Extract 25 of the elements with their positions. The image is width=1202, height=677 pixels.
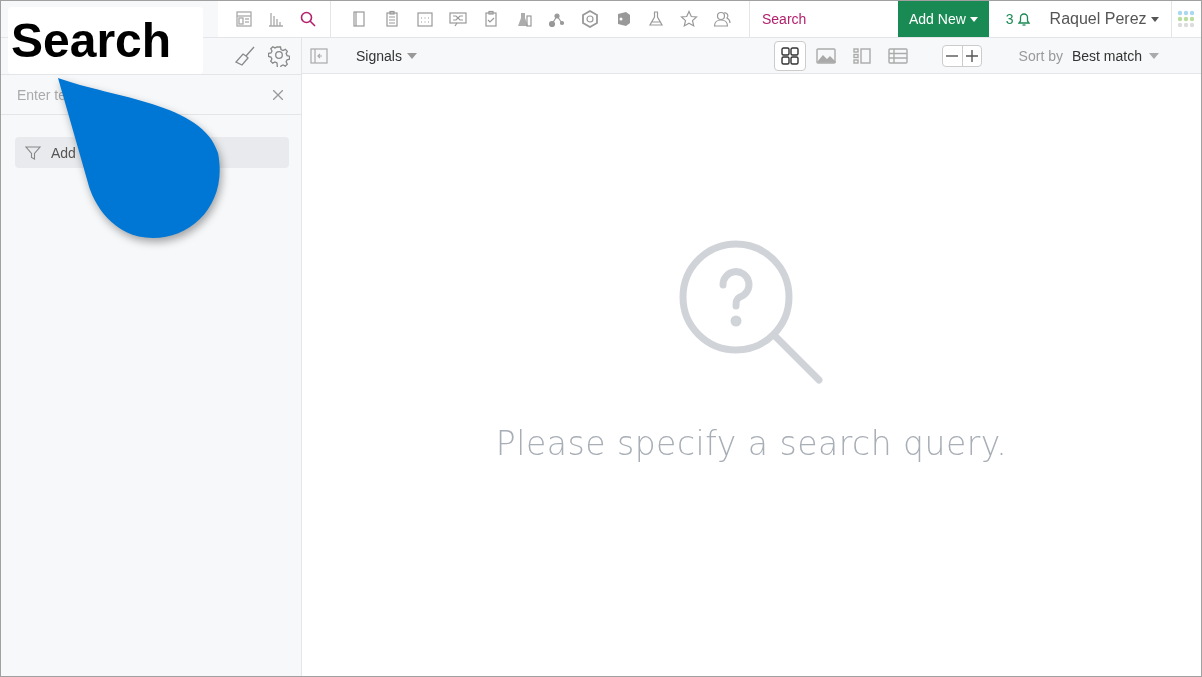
caret-icon[interactable] xyxy=(1150,16,1159,22)
list-icon[interactable] xyxy=(851,46,872,65)
bell-icon[interactable] xyxy=(1015,11,1032,27)
question-search-icon xyxy=(678,240,825,386)
grid-view-button[interactable] xyxy=(773,40,806,71)
user-menu[interactable]: Raquel Perez xyxy=(1041,1,1172,37)
search-icon[interactable] xyxy=(299,10,317,28)
bar-chart-icon[interactable] xyxy=(267,10,285,28)
notifications-button[interactable]: 3 xyxy=(988,1,1042,37)
add-new-button[interactable]: Add New xyxy=(898,1,989,37)
table-icon[interactable] xyxy=(887,46,908,65)
caret-icon[interactable] xyxy=(969,16,978,22)
dashboard-icon[interactable] xyxy=(235,10,253,28)
grid-icon[interactable] xyxy=(779,46,800,65)
image-icon[interactable] xyxy=(815,46,836,65)
search-field[interactable]: Search xyxy=(750,2,898,36)
broom-icon[interactable] xyxy=(233,44,257,68)
result-type-dropdown[interactable]: Signals xyxy=(356,47,417,64)
settings-icon[interactable] xyxy=(267,44,291,68)
callout-label: Search xyxy=(8,7,203,74)
filter-icon[interactable] xyxy=(25,144,41,161)
sort-label: Sort by xyxy=(1018,47,1063,64)
close-icon[interactable] xyxy=(271,87,285,102)
empty-state-message: Please specify a search query. xyxy=(495,424,1008,463)
sort-dropdown[interactable]: Best match xyxy=(1071,47,1159,64)
